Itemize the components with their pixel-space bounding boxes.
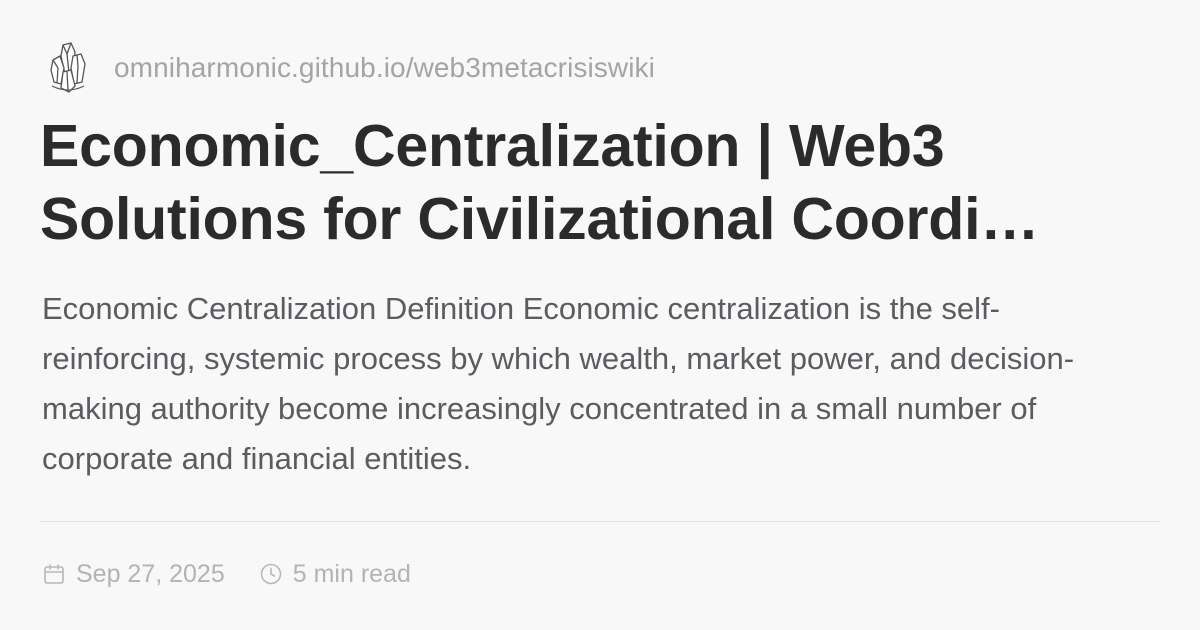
read-time-text: 5 min read: [292, 559, 411, 588]
read-time: 5 min read: [259, 560, 411, 589]
clock-icon: [259, 562, 283, 586]
crystal-cluster-logo-icon: [46, 40, 90, 96]
calendar-icon: [42, 562, 66, 586]
page-title: Economic_Centralization | Web3 Solutions…: [40, 113, 1040, 252]
page-description: Economic Centralization Definition Econo…: [42, 291, 1075, 476]
divider: [40, 521, 1160, 522]
site-url[interactable]: omniharmonic.github.io/web3metacrisiswik…: [114, 52, 655, 84]
publish-date-text: Sep 27, 2025: [76, 559, 225, 588]
publish-date: Sep 27, 2025: [42, 560, 225, 589]
site-header: omniharmonic.github.io/web3metacrisiswik…: [46, 40, 1160, 96]
article-meta: Sep 27, 2025 5 min read: [42, 556, 445, 592]
og-preview-card: omniharmonic.github.io/web3metacrisiswik…: [0, 0, 1200, 630]
